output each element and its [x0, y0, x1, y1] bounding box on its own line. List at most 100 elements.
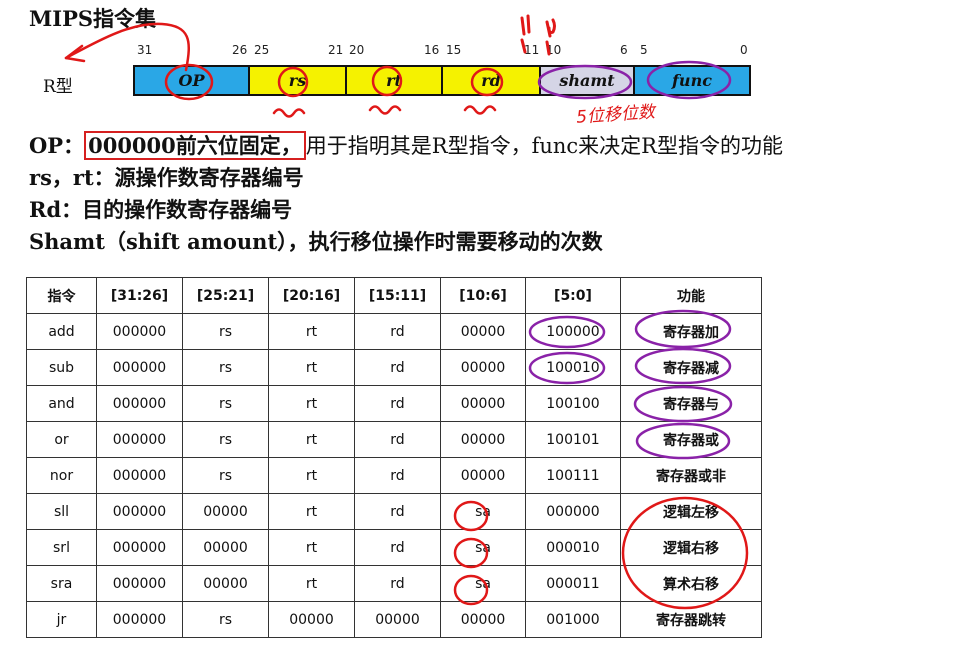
handwritten-note: 5位移位数	[575, 102, 656, 128]
header-cell: [31:26]	[96, 277, 183, 314]
field-value-cell: 00000	[440, 385, 526, 422]
field-value-cell: 00000	[440, 601, 526, 638]
field-value-cell: rd	[354, 313, 441, 350]
table-row: sub 000000 rs rt rd 00000 100010 寄存器减	[26, 349, 762, 386]
rt-underline-annotation	[368, 105, 402, 115]
field-value-cell: rs	[182, 601, 269, 638]
header-cell: 指令	[26, 277, 97, 314]
instruction-cell: add	[26, 313, 97, 350]
field-shamt: shamt	[539, 65, 635, 96]
header-cell: [20:16]	[268, 277, 355, 314]
function-cell: 寄存器或	[620, 421, 762, 458]
r-type-label: R型	[43, 77, 73, 97]
instruction-table: 指令 [31:26] [25:21] [20:16] [15:11] [10:6…	[26, 277, 762, 638]
rs-rt-description: rs，rt：源操作数寄存器编号	[29, 165, 304, 190]
field-value-cell: 000000	[96, 493, 183, 530]
instruction-cell: jr	[26, 601, 97, 638]
field-value-cell: 000000	[96, 457, 183, 494]
field-value-cell: 00000	[182, 529, 269, 566]
function-cell: 寄存器与	[620, 385, 762, 422]
field-value-cell: 000000	[96, 529, 183, 566]
field-value-cell: 00000	[440, 457, 526, 494]
field-value-cell: 000000	[96, 385, 183, 422]
field-value-cell: rs	[182, 457, 269, 494]
bit-number: 26	[232, 43, 248, 57]
table-row: sll 000000 00000 rt rd sa 000000 逻辑左移	[26, 493, 762, 530]
bit-number: 20	[349, 43, 365, 57]
field-value-cell: 100010	[525, 349, 621, 386]
field-value-cell: 000000	[96, 313, 183, 350]
field-value-cell: rt	[268, 529, 355, 566]
bit-number: 21	[328, 43, 344, 57]
field-rs: rs	[248, 65, 347, 96]
field-value-cell: rt	[268, 565, 355, 602]
page-title: MIPS指令集	[29, 6, 157, 31]
bit-number: 6	[620, 43, 628, 57]
field-value-cell: 000000	[96, 421, 183, 458]
field-value-cell: rd	[354, 421, 441, 458]
field-value-cell: 000010	[525, 529, 621, 566]
field-value-cell: rs	[182, 349, 269, 386]
field-value-cell: rt	[268, 421, 355, 458]
field-value-cell: 100000	[525, 313, 621, 350]
function-cell: 算术右移	[620, 565, 762, 602]
field-value-cell: 00000	[182, 493, 269, 530]
field-value-cell: 00000	[354, 601, 441, 638]
field-rt: rt	[345, 65, 443, 96]
header-cell: [10:6]	[440, 277, 526, 314]
field-value-cell: 000000	[96, 349, 183, 386]
field-value-cell: 001000	[525, 601, 621, 638]
field-value-cell: rs	[182, 421, 269, 458]
table-header-row: 指令 [31:26] [25:21] [20:16] [15:11] [10:6…	[26, 277, 762, 314]
bit-number: 31	[137, 43, 153, 57]
field-value-cell: 000011	[525, 565, 621, 602]
op-description: OP： 000000前六位固定， 用于指明其是R型指令，func来决定R型指令的功能	[29, 130, 783, 160]
field-value-cell: 100100	[525, 385, 621, 422]
field-value-cell: sa	[440, 565, 526, 602]
op-prefix: OP：	[29, 133, 85, 158]
rd-underline-annotation	[463, 105, 497, 115]
field-value-cell: sa	[440, 529, 526, 566]
bit-number: 25	[254, 43, 270, 57]
field-value-cell: 00000	[440, 313, 526, 350]
bit-number: 0	[740, 43, 748, 57]
instruction-cell: sll	[26, 493, 97, 530]
field-value-cell: sa	[440, 493, 526, 530]
bit-number: 5	[640, 43, 648, 57]
instruction-cell: and	[26, 385, 97, 422]
field-value-cell: rd	[354, 349, 441, 386]
field-value-cell: rt	[268, 457, 355, 494]
field-value-cell: rt	[268, 385, 355, 422]
field-op: OP	[133, 65, 250, 96]
field-value-cell: rs	[182, 385, 269, 422]
rd-description: Rd：目的操作数寄存器编号	[29, 197, 293, 222]
field-rd: rd	[441, 65, 541, 96]
instruction-cell: sra	[26, 565, 97, 602]
op-boxed-text: 000000前六位固定，	[84, 131, 306, 160]
shamt-description: Shamt（shift amount），执行移位操作时需要移动的次数	[29, 229, 603, 254]
field-value-cell: 00000	[440, 349, 526, 386]
table-row: nor 000000 rs rt rd 00000 100111 寄存器或非	[26, 457, 762, 494]
field-value-cell: rt	[268, 493, 355, 530]
header-cell: [15:11]	[354, 277, 441, 314]
table-row: or 000000 rs rt rd 00000 100101 寄存器或	[26, 421, 762, 458]
field-value-cell: rd	[354, 457, 441, 494]
function-cell: 逻辑左移	[620, 493, 762, 530]
field-value-cell: rd	[354, 529, 441, 566]
table-row: jr 000000 rs 00000 00000 00000 001000 寄存器跳转	[26, 601, 762, 638]
bit-number: 15	[446, 43, 462, 57]
function-cell: 寄存器或非	[620, 457, 762, 494]
field-value-cell: 00000	[182, 565, 269, 602]
instruction-cell: srl	[26, 529, 97, 566]
table-row: and 000000 rs rt rd 00000 100100 寄存器与	[26, 385, 762, 422]
field-value-cell: rt	[268, 349, 355, 386]
field-value-cell: 100101	[525, 421, 621, 458]
header-cell: [5:0]	[525, 277, 621, 314]
rs-underline-annotation	[272, 108, 306, 118]
function-cell: 寄存器加	[620, 313, 762, 350]
field-value-cell: 00000	[440, 421, 526, 458]
field-value-cell: 000000	[96, 565, 183, 602]
field-value-cell: 000000	[525, 493, 621, 530]
table-row: sra 000000 00000 rt rd sa 000011 算术右移	[26, 565, 762, 602]
function-cell: 寄存器跳转	[620, 601, 762, 638]
